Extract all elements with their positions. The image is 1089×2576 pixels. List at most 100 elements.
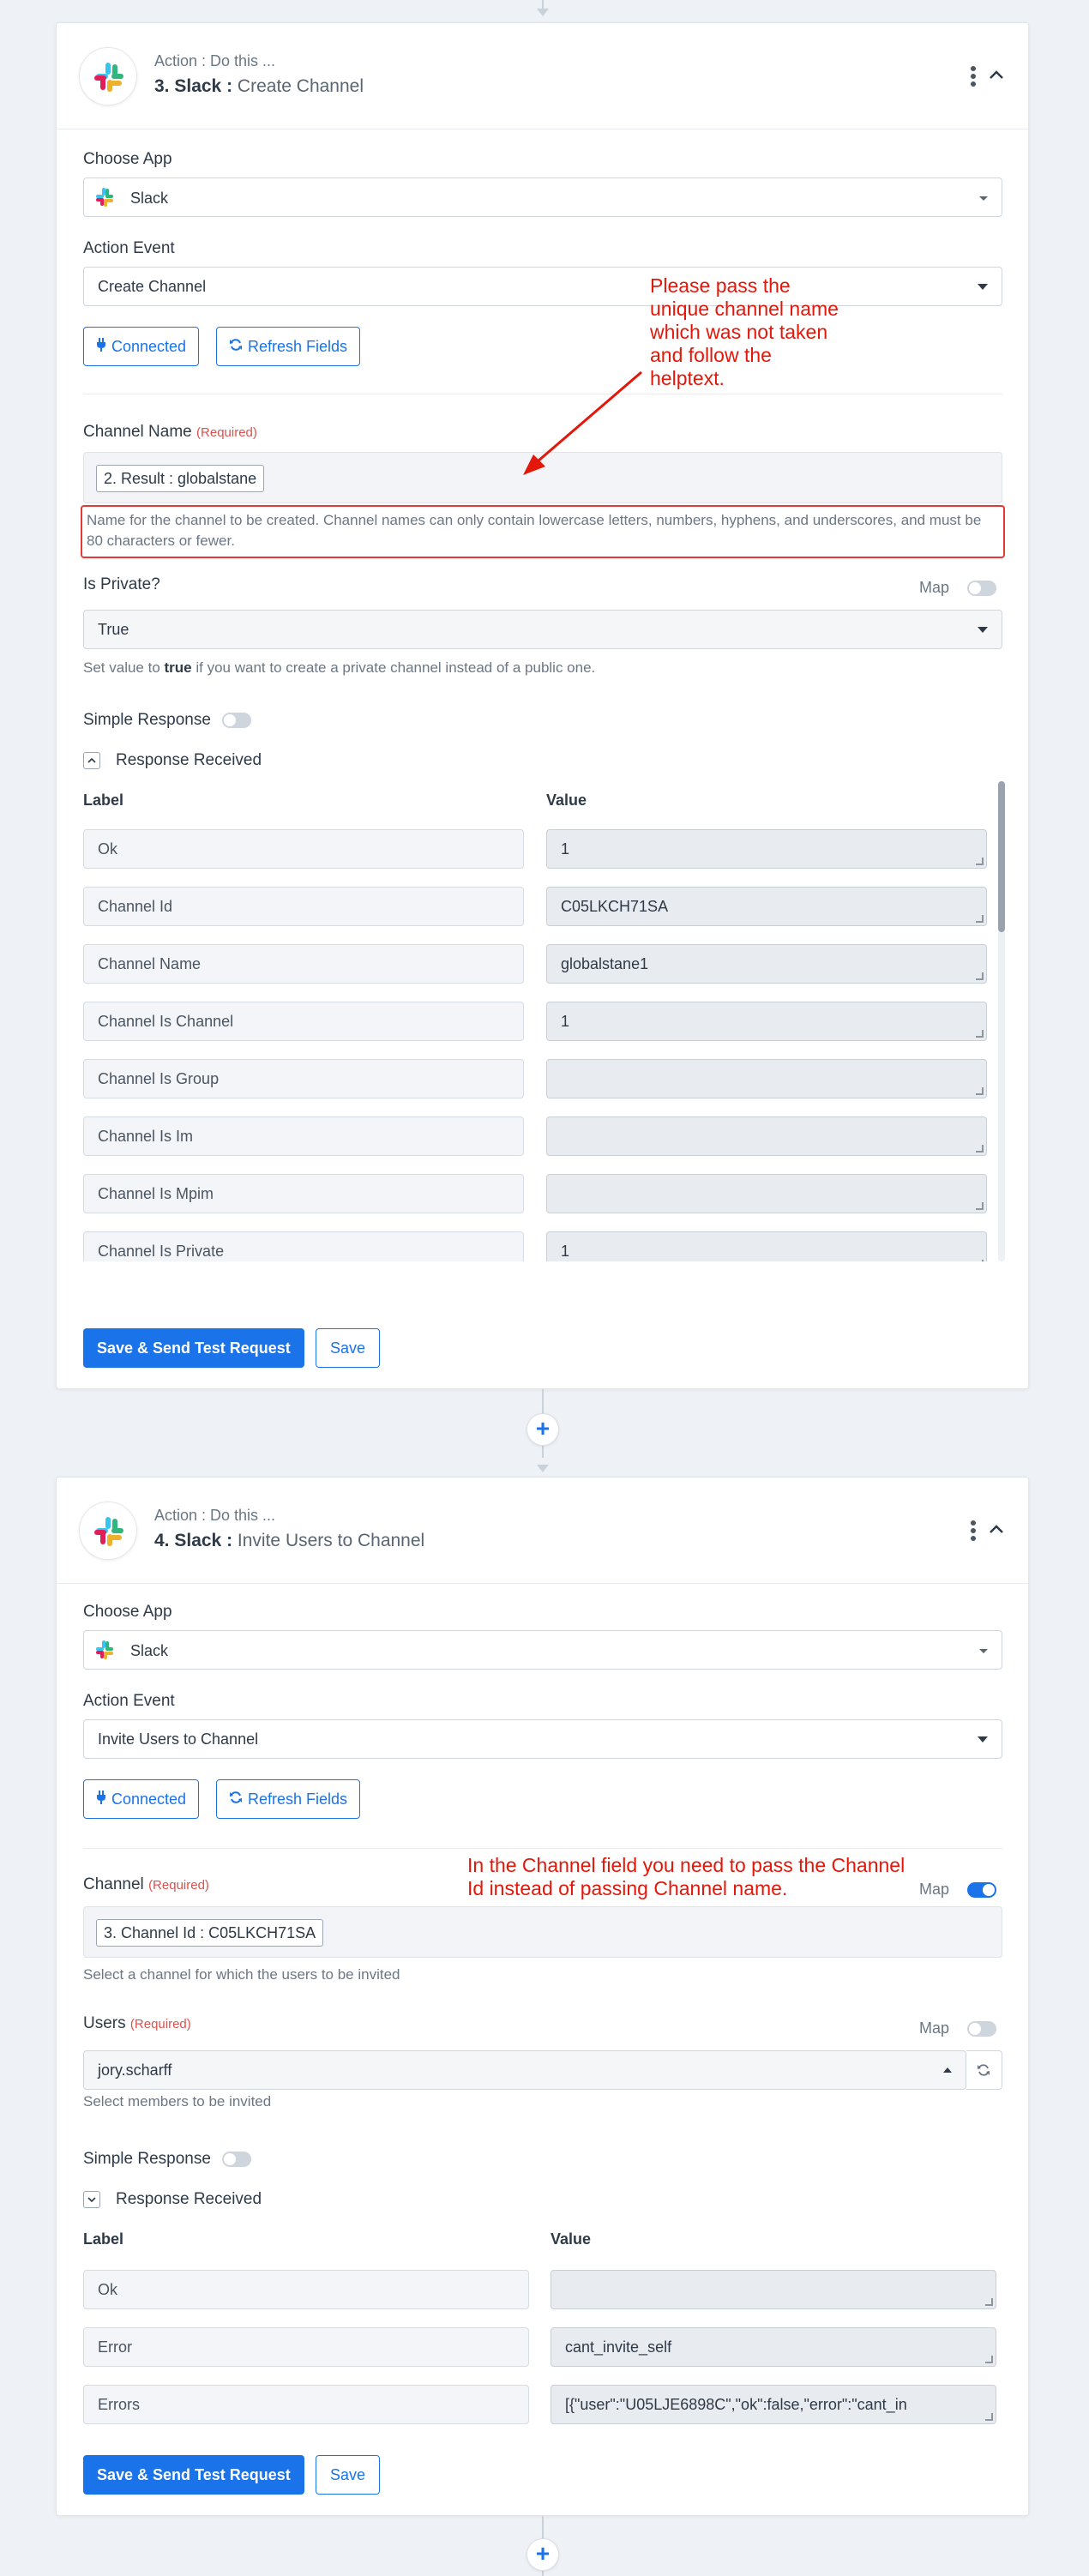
response-value-field[interactable]: [{"user":"U05LJE6898C","ok":false,"error… — [551, 2385, 996, 2424]
step-3-header[interactable]: Action : Do this ... 3. Slack : Create C… — [57, 23, 1028, 129]
resize-handle-icon[interactable] — [976, 915, 984, 923]
resize-handle-icon[interactable] — [985, 2298, 993, 2306]
save-and-send-test-button[interactable]: Save & Send Test Request — [83, 1328, 304, 1368]
response-label-field[interactable]: Channel Id — [83, 887, 524, 926]
response-label-field[interactable]: Errors — [83, 2385, 529, 2424]
response-label-field[interactable]: Ok — [83, 2270, 529, 2309]
response-value-field[interactable] — [546, 1059, 987, 1098]
response-value-field[interactable] — [546, 1174, 987, 1213]
response-label-field[interactable]: Channel Is Private — [83, 1231, 524, 1261]
choose-app-select[interactable]: Slack — [83, 178, 1002, 217]
choose-app-select[interactable]: Slack — [83, 1630, 1002, 1670]
action-event-label: Action Event — [83, 239, 175, 257]
caret-down-icon — [978, 284, 988, 290]
response-label-field[interactable]: Channel Is Group — [83, 1059, 524, 1098]
table-row: Channel Id C05LKCH71SA — [83, 887, 1002, 926]
response-value-field[interactable]: C05LKCH71SA — [546, 887, 987, 926]
annotation-note: In the Channel field you need to pass th… — [467, 1854, 905, 1899]
sync-button[interactable] — [966, 2050, 1002, 2090]
refresh-fields-button[interactable]: Refresh Fields — [216, 1779, 361, 1819]
caret-down-icon — [979, 196, 988, 201]
resize-handle-icon[interactable] — [976, 1087, 984, 1095]
step-4-card: Action : Do this ... 4. Slack : Invite U… — [56, 1477, 1029, 2516]
column-header-label: Label — [83, 2230, 124, 2248]
response-value-field[interactable]: 1 — [546, 1231, 987, 1261]
response-label-field[interactable]: Channel Name — [83, 944, 524, 984]
map-toggle[interactable] — [967, 1882, 996, 1898]
map-toggle[interactable] — [967, 2021, 996, 2037]
step-4-header[interactable]: Action : Do this ... 4. Slack : Invite U… — [57, 1478, 1028, 1584]
step-app: Slack : — [174, 1531, 233, 1550]
map-toggle[interactable] — [967, 581, 996, 596]
chevron-up-icon[interactable] — [987, 1520, 1006, 1539]
channel-name-help: Name for the channel to be created. Chan… — [81, 505, 1005, 558]
resize-handle-icon[interactable] — [976, 972, 984, 980]
caret-down-icon — [979, 1649, 988, 1653]
save-button[interactable]: Save — [316, 2455, 381, 2495]
resize-handle-icon[interactable] — [976, 1260, 984, 1261]
connected-button[interactable]: Connected — [83, 327, 200, 366]
channel-name-label: Channel Name (Required) — [83, 423, 257, 442]
add-step-button[interactable]: + — [526, 2538, 559, 2571]
response-label-field[interactable]: Ok — [83, 829, 524, 869]
flow-arrow-icon — [537, 1465, 549, 1472]
column-header-value: Value — [551, 2230, 592, 2248]
refresh-fields-button[interactable]: Refresh Fields — [216, 327, 361, 366]
column-header-label: Label — [83, 791, 124, 809]
is-private-select[interactable]: True — [83, 610, 1002, 649]
response-value-field[interactable] — [551, 2270, 996, 2309]
response-label-field[interactable]: Channel Is Im — [83, 1116, 524, 1156]
step-kicker: Action : Do this ... — [154, 52, 276, 69]
kebab-menu-icon[interactable] — [970, 1520, 977, 1543]
response-value-field[interactable]: globalstane1 — [546, 944, 987, 984]
response-value-text: 1 — [561, 1013, 570, 1030]
resize-handle-icon[interactable] — [985, 2413, 993, 2421]
is-private-label: Is Private? — [83, 575, 160, 593]
response-value-field[interactable]: 1 — [546, 1002, 987, 1041]
chevron-up-icon[interactable] — [987, 66, 1006, 85]
response-table[interactable]: Ok Error cant_invite_self Errors [{"user":"U… — [83, 2270, 1002, 2429]
resize-handle-icon[interactable] — [976, 858, 984, 865]
response-label-field[interactable]: Channel Is Channel — [83, 1002, 524, 1041]
step-number: 3. — [154, 76, 170, 96]
mapped-value-chip[interactable]: 2. Result : globalstane — [96, 465, 265, 492]
table-row: Ok 1 — [83, 829, 1002, 869]
simple-response-toggle[interactable] — [222, 713, 251, 728]
response-collapse-button[interactable] — [83, 2191, 100, 2208]
table-row: Ok — [83, 2270, 1002, 2309]
add-step-button[interactable]: + — [526, 1413, 559, 1446]
users-select[interactable]: jory.scharff — [83, 2050, 966, 2090]
connected-button[interactable]: Connected — [83, 1779, 200, 1819]
response-value-field[interactable]: cant_invite_self — [551, 2327, 996, 2367]
resize-handle-icon[interactable] — [976, 1145, 984, 1153]
column-header-value: Value — [546, 791, 587, 809]
channel-field[interactable]: 3. Channel Id : C05LKCH71SA — [83, 1906, 1002, 1958]
choose-app-label: Choose App — [83, 150, 172, 168]
resize-handle-icon[interactable] — [976, 1202, 984, 1210]
caret-up-icon — [943, 2067, 952, 2073]
response-value-field[interactable] — [546, 1116, 987, 1156]
response-value-field[interactable]: 1 — [546, 829, 987, 869]
table-row: Channel Is Im — [83, 1116, 1002, 1156]
plug-icon — [96, 1791, 106, 1809]
table-row: Channel Name globalstane1 — [83, 944, 1002, 984]
help-text: if you want to create a private channel … — [191, 659, 596, 676]
response-label-field[interactable]: Channel Is Mpim — [83, 1174, 524, 1213]
simple-response-toggle[interactable] — [222, 2152, 251, 2167]
mapped-value-chip[interactable]: 3. Channel Id : C05LKCH71SA — [96, 1919, 324, 1947]
scrollbar-thumb[interactable] — [998, 781, 1005, 932]
response-table[interactable]: Ok 1 Channel Id C05LKCH71SA Channel Name glob… — [83, 829, 1002, 1261]
save-button[interactable]: Save — [316, 1328, 381, 1368]
resize-handle-icon[interactable] — [976, 1030, 984, 1038]
save-and-send-test-button[interactable]: Save & Send Test Request — [83, 2455, 304, 2495]
step-app: Slack : — [174, 76, 233, 96]
plug-icon — [96, 338, 106, 356]
plus-icon: + — [535, 2540, 551, 2567]
response-collapse-button[interactable] — [83, 752, 100, 769]
required-badge: (Required) — [148, 1878, 209, 1893]
response-label-field[interactable]: Error — [83, 2327, 529, 2367]
resize-handle-icon[interactable] — [985, 2356, 993, 2363]
kebab-menu-icon[interactable] — [970, 66, 977, 88]
action-event-select[interactable]: Create Channel — [83, 267, 1002, 306]
action-event-select[interactable]: Invite Users to Channel — [83, 1719, 1002, 1759]
